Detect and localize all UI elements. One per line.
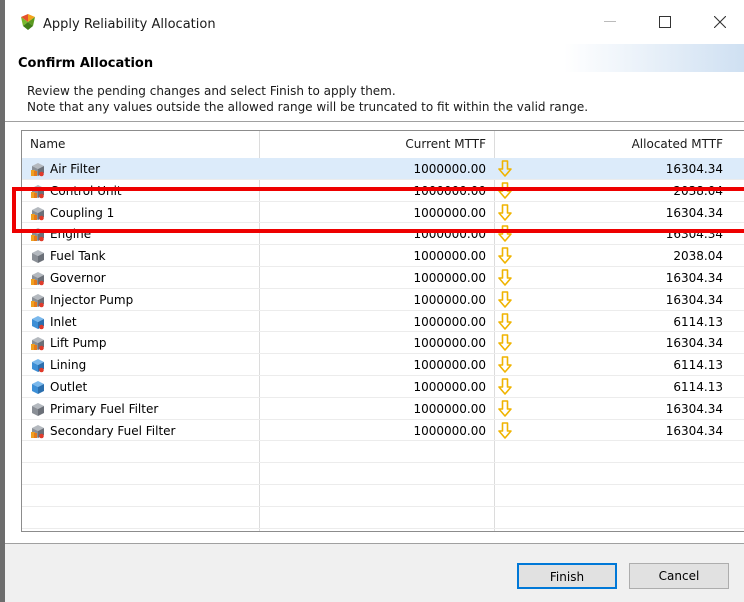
cell-allocated-mttf: 16304.34 [665, 401, 723, 416]
component-gray-icon [32, 250, 44, 264]
cell-current-mttf: 1000000.00 [413, 358, 486, 373]
cell-name: Inlet [50, 314, 77, 329]
component-block-icon [31, 271, 44, 286]
cell-allocated-mttf: 16304.34 [665, 423, 723, 438]
cell-allocated-mttf: 2038.04 [673, 249, 723, 264]
table-row[interactable]: Air Filter 1000000.00 16304.34 [22, 158, 744, 180]
cancel-button[interactable]: Cancel [629, 563, 729, 589]
component-blue-icon [32, 315, 44, 329]
cell-name: Governor [50, 270, 106, 285]
close-icon [714, 16, 726, 28]
empty-row [22, 507, 744, 529]
table-row[interactable]: Secondary Fuel Filter 1000000.00 16304.34 [22, 420, 744, 442]
cell-name: Secondary Fuel Filter [50, 423, 176, 438]
component-gray-icon [32, 402, 44, 416]
header-divider [5, 121, 744, 122]
dialog-header: Confirm Allocation Review the pending ch… [5, 44, 744, 122]
cell-current-mttf: 1000000.00 [413, 292, 486, 307]
cell-name: Lining [50, 358, 87, 373]
column-header-name[interactable]: Name [30, 131, 65, 157]
cell-allocated-mttf: 6114.13 [673, 379, 723, 394]
cell-current-mttf: 1000000.00 [413, 314, 486, 329]
cell-name: Lift Pump [50, 336, 107, 351]
table-row[interactable]: Inlet 1000000.00 6114.13 [22, 311, 744, 333]
column-header-allocated-mttf[interactable]: Allocated MTTF [498, 131, 723, 157]
empty-row [22, 485, 744, 507]
cell-allocated-mttf: 6114.13 [673, 358, 723, 373]
component-block-icon [31, 337, 44, 351]
cell-name: Injector Pump [50, 292, 134, 307]
table-row[interactable]: Lining 1000000.00 6114.13 [22, 354, 744, 376]
component-block-icon [31, 424, 44, 438]
cell-name: Fuel Tank [50, 249, 106, 264]
dialog-footer: Finish Cancel [5, 544, 744, 602]
cell-name: Air Filter [50, 162, 101, 176]
cell-current-mttf: 1000000.00 [413, 270, 486, 285]
cell-allocated-mttf: 16304.34 [665, 162, 723, 176]
component-block-icon [31, 163, 44, 177]
cell-allocated-mttf: 6114.13 [673, 314, 723, 329]
page-title: Confirm Allocation [18, 56, 154, 71]
cell-allocated-mttf: 16304.34 [665, 336, 723, 351]
header-banner [564, 44, 744, 72]
component-block-icon [31, 293, 44, 308]
description-line-2: Note that any values outside the allowed… [27, 100, 589, 114]
cell-current-mttf: 1000000.00 [413, 379, 486, 394]
close-button[interactable] [695, 0, 744, 44]
empty-row [22, 441, 744, 464]
window-title: Apply Reliability Allocation [43, 17, 216, 32]
cell-allocated-mttf: 16304.34 [665, 292, 723, 307]
maximize-icon [659, 16, 671, 28]
cell-name: Outlet [50, 379, 88, 394]
cell-current-mttf: 1000000.00 [413, 162, 486, 176]
table-row[interactable]: Injector Pump 1000000.00 16304.34 [22, 289, 744, 311]
maximize-button[interactable] [640, 0, 690, 44]
column-header-current-mttf[interactable]: Current MTTF [262, 131, 486, 157]
cell-name: Primary Fuel Filter [50, 401, 159, 416]
title-bar: Apply Reliability Allocation [5, 0, 744, 44]
minimize-icon [604, 21, 616, 22]
table-row[interactable]: Outlet 1000000.00 6114.13 [22, 376, 744, 398]
component-blue-plain-icon [32, 380, 44, 394]
highlight-box [12, 187, 744, 233]
table-header: Name Current MTTF Allocated MTTF [22, 131, 744, 157]
cell-current-mttf: 1000000.00 [413, 336, 486, 351]
component-blue-icon [32, 359, 44, 373]
row-divider [22, 527, 744, 529]
minimize-button[interactable] [585, 0, 635, 44]
app-logo-icon [21, 14, 35, 30]
empty-row [22, 463, 744, 485]
cell-allocated-mttf: 16304.34 [665, 270, 723, 285]
cell-current-mttf: 1000000.00 [413, 249, 486, 264]
description-line-1: Review the pending changes and select Fi… [27, 84, 396, 98]
table-row[interactable]: Fuel Tank 1000000.00 2038.04 [22, 245, 744, 267]
table-row[interactable]: Governor 1000000.00 16304.34 [22, 267, 744, 289]
cell-current-mttf: 1000000.00 [413, 423, 486, 438]
table-row[interactable]: Lift Pump 1000000.00 16304.34 [22, 332, 744, 355]
cell-current-mttf: 1000000.00 [413, 401, 486, 416]
table-row[interactable]: Primary Fuel Filter 1000000.00 16304.34 [22, 398, 744, 420]
finish-button[interactable]: Finish [517, 563, 617, 589]
